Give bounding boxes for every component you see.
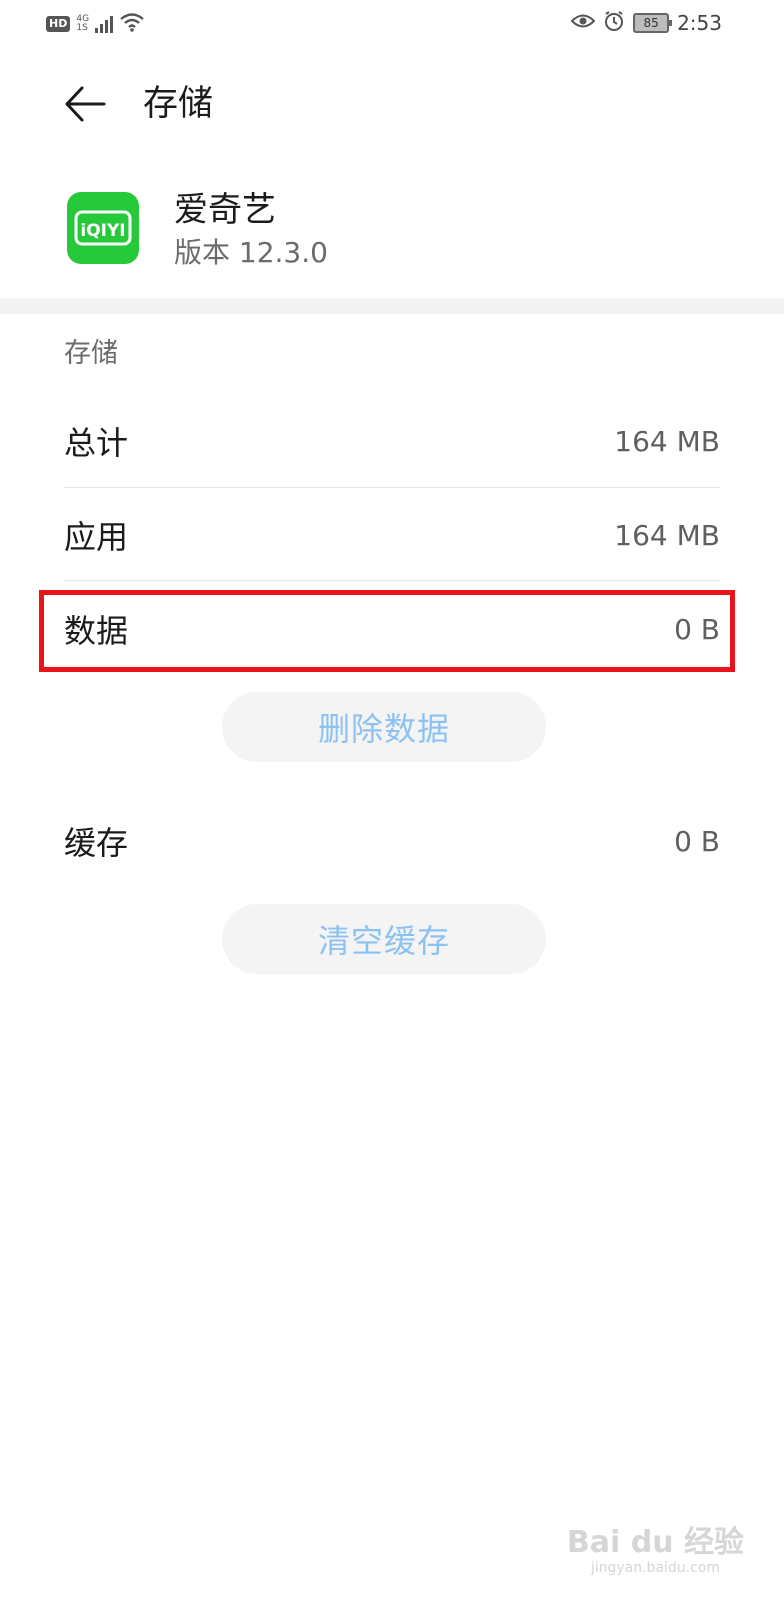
row-label: 应用	[64, 518, 129, 556]
network-type: 4G 1S	[76, 15, 89, 33]
row-label: 总计	[64, 424, 129, 462]
row-value: 164 MB	[614, 424, 720, 458]
signal-icon	[95, 15, 114, 33]
row-app: 应用 164 MB	[64, 488, 720, 582]
row-label: 缓存	[64, 824, 129, 862]
app-icon-text: iQIYI	[80, 221, 125, 241]
row-divider	[64, 580, 720, 581]
back-button[interactable]	[60, 78, 112, 130]
network-sub-label: 1S	[76, 23, 88, 33]
clear-data-button[interactable]: 删除数据	[222, 692, 546, 762]
row-cache: 缓存 0 B	[64, 794, 720, 888]
app-name: 爱奇艺	[174, 190, 276, 230]
status-bar: HD 4G 1S 85 2:53	[0, 0, 784, 48]
back-arrow-icon	[65, 86, 106, 122]
iqiyi-app-icon: iQIYI	[67, 192, 139, 264]
app-version: 版本 12.3.0	[174, 236, 328, 269]
status-left: HD 4G 1S	[46, 12, 145, 36]
row-value: 164 MB	[614, 518, 720, 552]
clear-cache-button[interactable]: 清空缓存	[222, 904, 546, 974]
baidu-jingyan-watermark: Bai du 经验 jingyan.baidu.com	[566, 1525, 744, 1577]
row-total: 总计 164 MB	[64, 394, 720, 488]
watermark-main: Bai du 经验	[566, 1525, 744, 1560]
watermark-sub: jingyan.baidu.com	[590, 1560, 721, 1576]
header: 存储	[0, 60, 784, 148]
section-divider	[0, 298, 784, 314]
highlight-box	[39, 590, 735, 672]
row-value: 0 B	[674, 824, 720, 858]
status-right: 85 2:53	[570, 10, 722, 36]
page-title: 存储	[143, 84, 214, 124]
wifi-icon	[119, 12, 145, 36]
status-time: 2:53	[677, 11, 722, 35]
alarm-icon	[603, 10, 625, 36]
battery-icon: 85	[633, 13, 673, 33]
hd-badge: HD	[46, 16, 71, 32]
eye-icon	[570, 12, 596, 34]
app-info: iQIYI 爱奇艺 版本 12.3.0	[0, 180, 784, 300]
storage-section-label: 存储	[64, 338, 118, 369]
